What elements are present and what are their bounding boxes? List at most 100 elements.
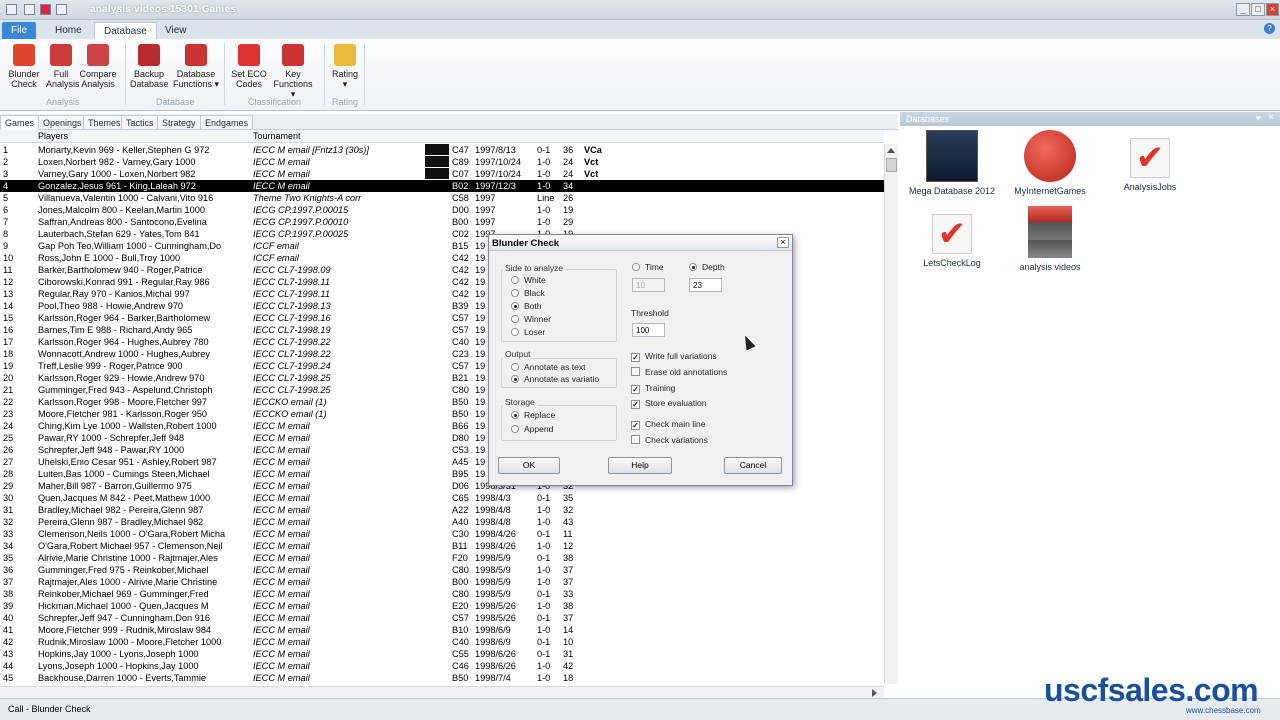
side-radio-winner[interactable]: Winner (511, 314, 551, 324)
database-analysis-videos[interactable]: analysis videos (1000, 206, 1100, 272)
tab-games[interactable]: Games (0, 115, 40, 130)
table-cell: 37 (563, 565, 574, 575)
ribbon-button-set-eco[interactable]: Set ECO Codes (230, 41, 268, 89)
ribbon-button-blunder[interactable]: Blunder Check (4, 41, 44, 89)
tab-strategy[interactable]: Strategy (157, 115, 201, 130)
output-radio-annotate-as-variatio[interactable]: Annotate as variatio (511, 374, 599, 384)
table-row[interactable]: 2 Loxen,Norbert 982 - Varney,Gary 1000 IEC… (0, 156, 884, 168)
tab-file[interactable]: File (2, 22, 37, 39)
help-button[interactable]: Help (608, 457, 672, 474)
table-row[interactable]: 32 Pereira,Glenn 987 - Bradley,Michael 98… (0, 516, 884, 528)
tab-openings[interactable]: Openings (38, 115, 87, 130)
ok-button[interactable]: OK (498, 457, 560, 474)
table-row[interactable]: 6 Jones,Malcolm 800 - Keelan,Martin 1000 I… (0, 204, 884, 216)
table-row[interactable]: 33 Clemenson,Neils 1000 - O'Gara,Robert M… (0, 528, 884, 540)
ribbon-button-compare[interactable]: Compare Analysis (78, 41, 118, 89)
quick-access-save-icon[interactable] (40, 4, 51, 15)
side-radio-black[interactable]: Black (511, 288, 545, 298)
depth-radio[interactable]: Depth (689, 262, 725, 272)
database-analysis-jobs[interactable]: ✔ AnalysisJobs (1100, 130, 1200, 192)
ribbon-button-key[interactable]: Key Functions ▾ (270, 41, 316, 99)
help-icon[interactable]: ? (1264, 23, 1275, 34)
tab-view[interactable]: View (156, 22, 196, 39)
table-row[interactable]: 40 Schrepfer,Jeff 947 - Cunningham,Don 91… (0, 612, 884, 624)
table-row[interactable]: 1 Moriarty,Kevin 969 - Keller,Stephen G 9… (0, 144, 884, 156)
table-row[interactable]: 42 Rudnik,Miroslaw 1000 - Moore,Fletcher … (0, 636, 884, 648)
table-cell: IECC M email (253, 181, 310, 191)
table-cell: 23 (3, 409, 14, 419)
ribbon-button-label: ▾ (342, 79, 348, 89)
quick-access-new-icon[interactable] (24, 4, 35, 15)
checkbox-write-full-variations[interactable]: ✓ Write full variations (631, 351, 717, 362)
tab-tactics[interactable]: Tactics (121, 115, 159, 130)
table-row[interactable]: 4 Gonzalez,Jesus 961 - King,Laleah 972 IEC… (0, 180, 884, 192)
table-cell: 1-0 (537, 181, 551, 191)
side-radio-white[interactable]: White (511, 275, 546, 285)
table-row[interactable]: 3 Varney,Gary 1000 - Loxen,Norbert 982 IEC… (0, 168, 884, 180)
game-list-tabs: Games Openings Themes Tactics Strategy E… (0, 114, 898, 130)
table-cell: C80 (452, 589, 469, 599)
column-tournament[interactable]: Tournament (253, 131, 301, 141)
tab-home[interactable]: Home (46, 22, 91, 39)
database-internet-games[interactable]: MyInternetGames (1000, 130, 1100, 196)
table-cell: IECC CL7-1998.22 (253, 337, 331, 347)
checkbox-store-evaluation[interactable]: ✓ Store evaluation (631, 398, 706, 409)
table-row[interactable]: 41 Moore,Fletcher 999 - Rudnik,Miroslaw 9… (0, 624, 884, 636)
time-radio[interactable]: Time (632, 262, 664, 272)
storage-radio-append[interactable]: Append (511, 424, 553, 434)
table-cell: 1998/6/9 (475, 625, 511, 635)
time-input[interactable]: 10 (632, 278, 665, 292)
table-cell: 1998/5/9 (475, 577, 511, 587)
table-row[interactable]: 5 Villanueva,Valentin 1000 - Calvani,Vito… (0, 192, 884, 204)
app-icon[interactable] (6, 4, 17, 15)
column-players[interactable]: Players (38, 131, 68, 141)
database-letscheck-log[interactable]: ✔ LetsCheckLog (902, 206, 1002, 268)
table-row[interactable]: 7 Saffran,Andreas 800 - Santocono,Evelina… (0, 216, 884, 228)
table-row[interactable]: 31 Bradley,Michael 982 - Pereira,Glenn 98… (0, 504, 884, 516)
side-radio-loser[interactable]: Loser (511, 327, 545, 337)
checkbox-erase-old-annotations[interactable]: Erase old annotations (631, 367, 727, 377)
horizontal-scrollbar[interactable] (0, 686, 884, 698)
tab-database[interactable]: Database (94, 22, 157, 39)
table-row[interactable]: 44 Lyons,Joseph 1000 - Hopkins,Jay 1000 IE… (0, 660, 884, 672)
ribbon-button-rating[interactable]: Rating ▾ (326, 41, 364, 89)
internet-games-icon (1024, 130, 1076, 182)
threshold-input[interactable]: 100 (632, 323, 665, 337)
quick-access-print-icon[interactable] (56, 4, 67, 15)
tab-endgames[interactable]: Endgames (200, 115, 254, 130)
table-row[interactable]: 34 O'Gara,Robert Michael 957 - Clemenson,… (0, 540, 884, 552)
ribbon-button-full[interactable]: Full Analysis (46, 41, 80, 89)
dialog-close-button[interactable]: × (777, 237, 789, 248)
output-radio-annotate-as-text[interactable]: Annotate as text (511, 362, 585, 372)
scroll-right-icon[interactable] (872, 689, 877, 697)
checkbox-check-main-line[interactable]: ✓ Check main line (631, 419, 705, 430)
table-row[interactable]: 43 Hopkins,Jay 1000 - Lyons,Joseph 1000 IE… (0, 648, 884, 660)
table-row[interactable]: 37 Rajtmajer,Ales 1000 - Alrivie,Marie Ch… (0, 576, 884, 588)
tab-themes[interactable]: Themes (83, 115, 126, 130)
cancel-button[interactable]: Cancel (724, 457, 782, 474)
scroll-thumb[interactable] (886, 158, 897, 172)
panel-close-icon[interactable]: × (1268, 112, 1274, 123)
storage-radio-replace[interactable]: Replace (511, 410, 555, 420)
side-radio-both[interactable]: Both (511, 301, 542, 311)
maximize-button[interactable]: □ (1251, 3, 1265, 16)
table-cell: 1998/6/26 (475, 649, 516, 659)
table-row[interactable]: 36 Gumminger,Fred 975 - Reinkober,Michael… (0, 564, 884, 576)
table-cell: IECC M email (253, 649, 310, 659)
database-mega[interactable]: Mega Database 2012 (902, 130, 1002, 196)
ribbon-button-backup[interactable]: Backup Database (130, 41, 169, 89)
close-button[interactable]: × (1266, 3, 1279, 16)
table-row[interactable]: 45 Backhouse,Darren 1000 - Everts,Tammie I… (0, 672, 884, 684)
checkbox-training[interactable]: ✓ Training (631, 383, 675, 394)
vertical-scrollbar[interactable] (884, 144, 898, 684)
checkbox-check-variations[interactable]: Check variations (631, 435, 708, 445)
table-row[interactable]: 38 Reinkober,Michael 969 - Gumminger,Fred… (0, 588, 884, 600)
depth-input[interactable]: 23 (689, 278, 722, 292)
ribbon-button-database[interactable]: Database Functions ▾ (172, 41, 220, 89)
minimize-button[interactable]: _ (1236, 3, 1250, 16)
table-row[interactable]: 39 Hickman,Michael 1000 - Quen,Jacques M I… (0, 600, 884, 612)
scroll-up-icon[interactable] (887, 148, 895, 153)
table-row[interactable]: 35 Alrivie,Marie Christine 1000 - Rajtmaj… (0, 552, 884, 564)
panel-menu-icon[interactable]: ▾ (1256, 113, 1261, 124)
table-row[interactable]: 30 Quen,Jacques M 842 - Peet,Mathew 1000 I… (0, 492, 884, 504)
